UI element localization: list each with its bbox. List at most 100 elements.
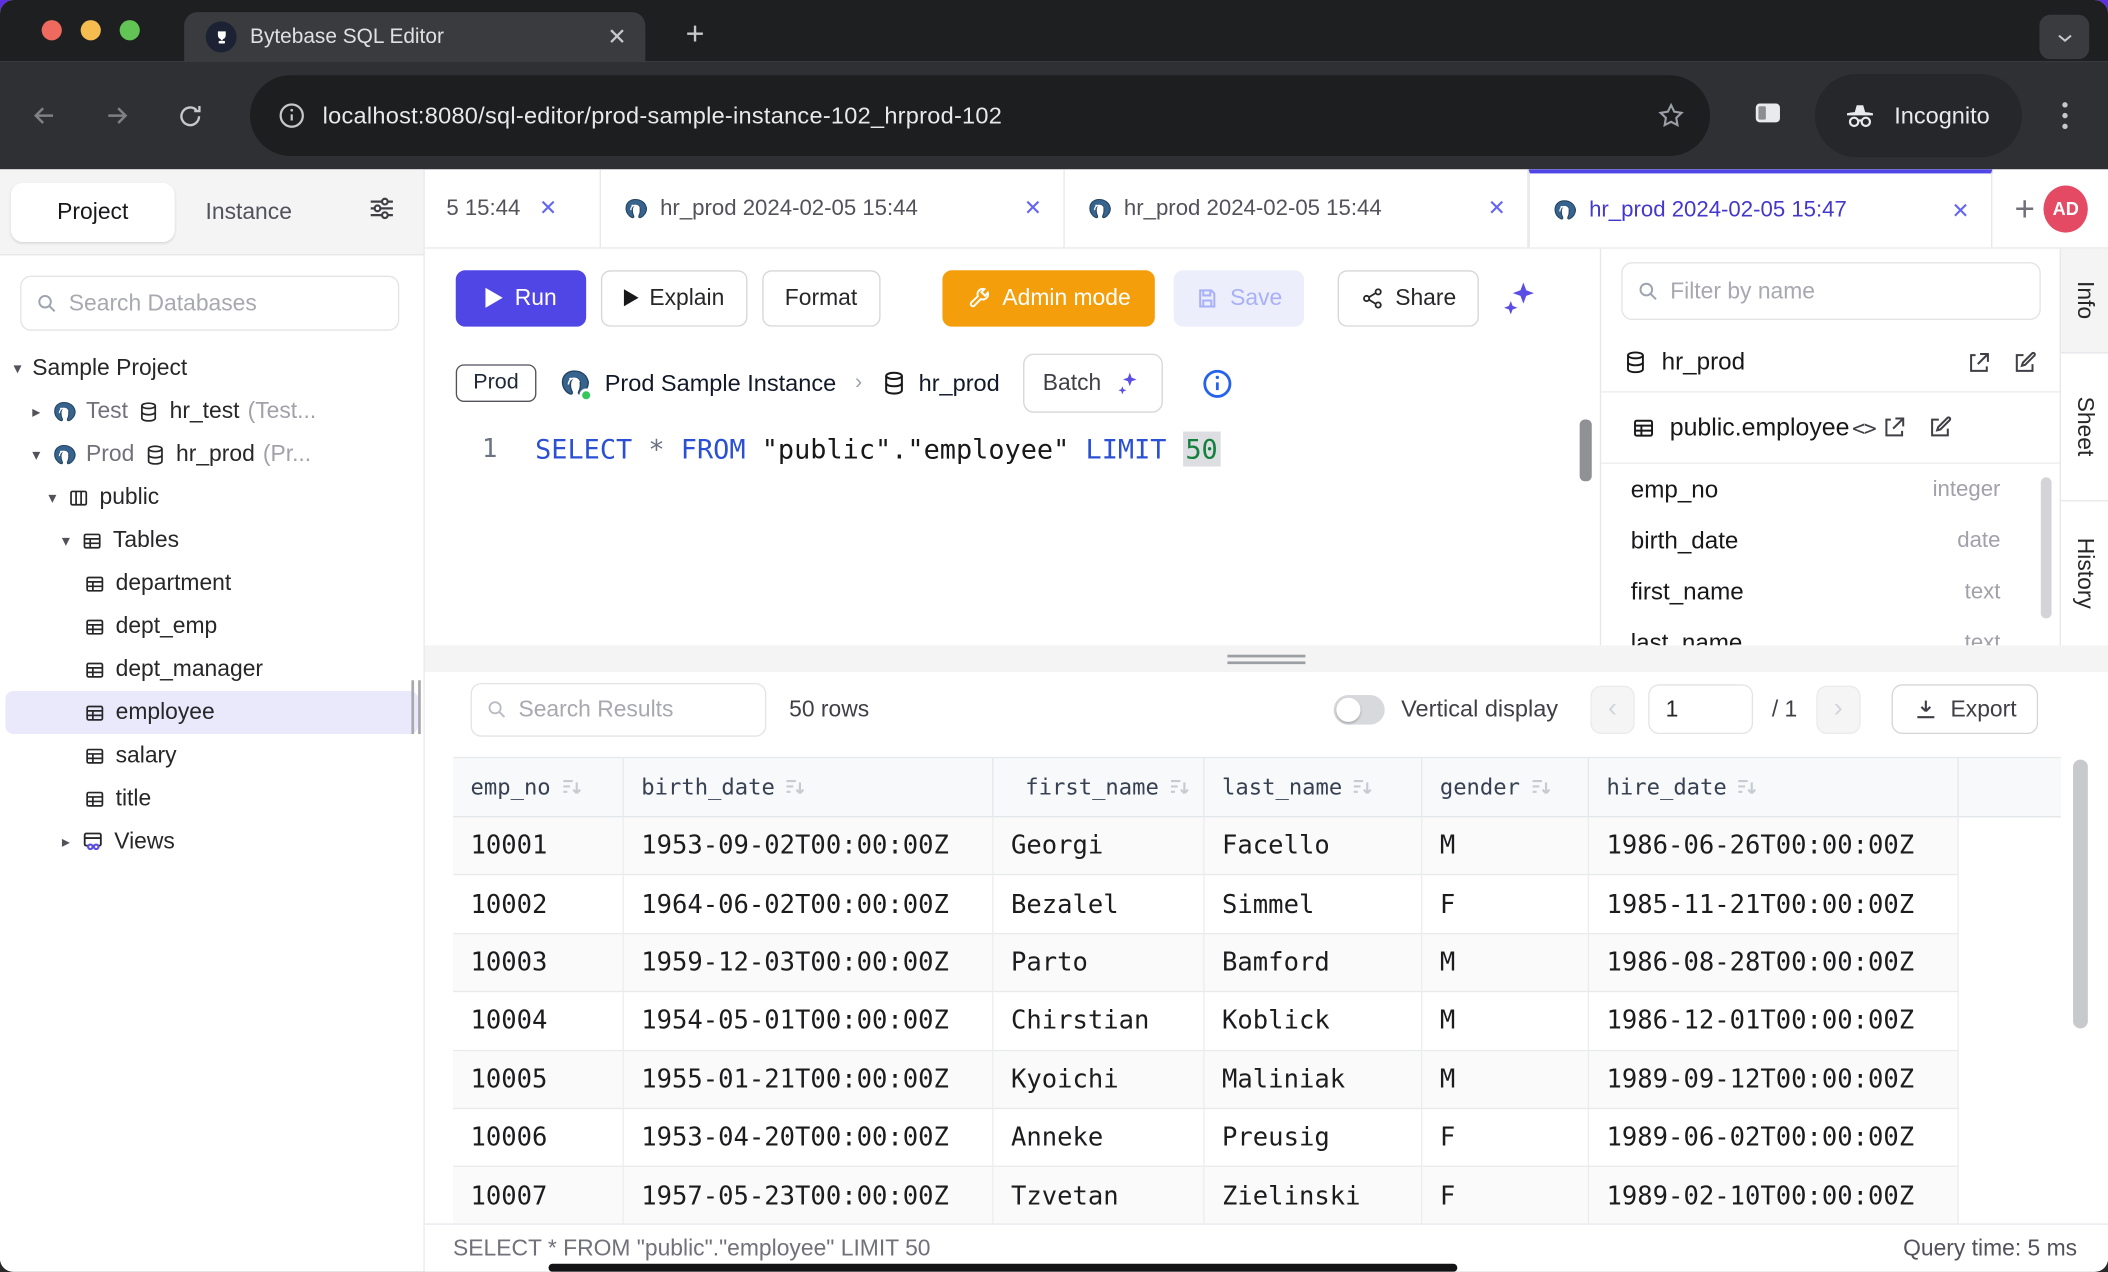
- bookmark-star-icon[interactable]: [1656, 101, 1686, 131]
- schema-filter[interactable]: [1621, 262, 2040, 320]
- tree-node-table-salary[interactable]: salary: [0, 734, 423, 777]
- database-name[interactable]: hr_prod: [919, 369, 1000, 397]
- run-button[interactable]: Run: [456, 270, 586, 326]
- code-icon[interactable]: <>: [1852, 415, 1875, 441]
- new-tab-button[interactable]: +: [672, 12, 718, 58]
- site-info-icon[interactable]: [277, 101, 307, 131]
- share-button[interactable]: Share: [1337, 270, 1479, 326]
- database-search-input[interactable]: [69, 290, 385, 317]
- tree-node-table-department[interactable]: department: [0, 562, 423, 605]
- column-header[interactable]: first_name: [994, 758, 1205, 816]
- avatar[interactable]: AD: [2044, 185, 2088, 232]
- tree-settings-button[interactable]: [367, 194, 397, 230]
- maximize-window-button[interactable]: [120, 20, 140, 40]
- edit-icon[interactable]: [1926, 414, 1953, 441]
- tree-node-table-title[interactable]: title: [0, 777, 423, 820]
- column-header[interactable]: birth_date: [624, 758, 994, 816]
- sort-icon[interactable]: [1531, 778, 1551, 797]
- close-icon[interactable]: ✕: [1952, 197, 1970, 224]
- column-header[interactable]: gender: [1422, 758, 1589, 816]
- column-row[interactable]: birth_date date: [1601, 515, 2059, 566]
- sheet-tab-3[interactable]: hr_prod 2024-02-05 15:44 ✕: [1065, 169, 1529, 247]
- close-window-button[interactable]: [42, 20, 62, 40]
- schema-database-row[interactable]: hr_prod: [1601, 333, 2059, 392]
- caret-right-icon[interactable]: ▸: [32, 402, 51, 421]
- sort-icon[interactable]: [1170, 778, 1190, 797]
- side-panel-button[interactable]: [1750, 96, 1785, 135]
- close-icon[interactable]: ✕: [1488, 195, 1506, 222]
- caret-down-icon[interactable]: ▾: [62, 531, 81, 550]
- minimize-window-button[interactable]: [81, 20, 101, 40]
- tree-node-schema-public[interactable]: ▾ public: [0, 476, 423, 519]
- column-row[interactable]: last_name text: [1601, 617, 2059, 645]
- browser-tab[interactable]: Bytebase SQL Editor ✕: [184, 12, 645, 62]
- tree-node-project[interactable]: ▾ Sample Project: [0, 347, 423, 390]
- tab-history[interactable]: History: [2061, 501, 2108, 644]
- sort-icon[interactable]: [786, 778, 806, 797]
- schema-scrollbar[interactable]: [2041, 477, 2052, 618]
- connection-info-button[interactable]: [1201, 366, 1235, 400]
- sidebar-resize-handle[interactable]: [411, 680, 420, 734]
- column-header[interactable]: hire_date: [1589, 758, 1959, 816]
- instance-name[interactable]: Prod Sample Instance: [605, 369, 836, 397]
- caret-down-icon[interactable]: ▾: [48, 488, 67, 507]
- browser-tab-close-icon[interactable]: ✕: [607, 26, 626, 49]
- caret-down-icon[interactable]: ▾: [13, 359, 32, 378]
- batch-button[interactable]: Batch: [1023, 354, 1163, 413]
- save-button[interactable]: Save: [1174, 270, 1304, 326]
- new-sheet-button[interactable]: +: [2006, 188, 2044, 230]
- tab-search-button[interactable]: [2039, 15, 2089, 59]
- admin-mode-button[interactable]: Admin mode: [942, 270, 1155, 326]
- column-header[interactable]: last_name: [1205, 758, 1423, 816]
- sql-statement[interactable]: SELECT * FROM "public"."employee" LIMIT …: [535, 433, 1220, 465]
- schema-filter-input[interactable]: [1670, 278, 2026, 305]
- close-icon[interactable]: ✕: [539, 195, 557, 222]
- url-text[interactable]: localhost:8080/sql-editor/prod-sample-in…: [323, 102, 1657, 130]
- tab-project[interactable]: Project: [11, 182, 175, 241]
- edit-icon[interactable]: [2011, 349, 2038, 376]
- next-page-button[interactable]: ›: [1816, 685, 1860, 733]
- sort-icon[interactable]: [1737, 778, 1757, 797]
- back-button[interactable]: [22, 93, 68, 139]
- prev-page-button[interactable]: ‹: [1590, 685, 1634, 733]
- panel-resize-divider[interactable]: [425, 645, 2108, 672]
- explain-button[interactable]: Explain: [601, 270, 747, 326]
- tree-node-hr-test[interactable]: ▸ Test hr_test (Test...: [0, 390, 423, 433]
- tab-sheet[interactable]: Sheet: [2061, 354, 2108, 502]
- tree-node-tables-group[interactable]: ▾ Tables: [0, 519, 423, 562]
- forward-button[interactable]: [94, 93, 140, 139]
- page-input[interactable]: [1648, 684, 1753, 734]
- tree-node-table-dept-emp[interactable]: dept_emp: [0, 605, 423, 648]
- editor-scrollbar[interactable]: [1580, 419, 1592, 481]
- format-button[interactable]: Format: [762, 270, 880, 326]
- results-search-input[interactable]: [518, 696, 751, 723]
- sql-editor[interactable]: 1 SELECT * FROM "public"."employee" LIMI…: [425, 419, 1600, 645]
- sheet-tab-2[interactable]: hr_prod 2024-02-05 15:44 ✕: [601, 169, 1065, 247]
- caret-right-icon[interactable]: ▸: [62, 832, 81, 851]
- caret-down-icon[interactable]: ▾: [32, 445, 51, 464]
- column-row[interactable]: emp_no integer: [1601, 464, 2059, 515]
- tab-instance[interactable]: Instance: [175, 182, 323, 241]
- sheet-tab-4-active[interactable]: hr_prod 2024-02-05 15:47 ✕: [1529, 169, 1993, 247]
- tree-node-table-employee[interactable]: employee: [5, 691, 418, 734]
- close-icon[interactable]: ✕: [1024, 195, 1042, 222]
- results-search[interactable]: [471, 682, 767, 736]
- column-row[interactable]: first_name text: [1601, 566, 2059, 617]
- tree-node-views-group[interactable]: ▸ Views: [0, 820, 423, 863]
- external-link-icon[interactable]: [1965, 349, 1992, 376]
- sort-icon[interactable]: [1353, 778, 1373, 797]
- database-search[interactable]: [20, 276, 399, 331]
- vertical-display-toggle[interactable]: [1334, 694, 1385, 724]
- export-button[interactable]: Export: [1891, 684, 2038, 734]
- tab-info[interactable]: Info: [2061, 249, 2108, 354]
- sort-icon[interactable]: [561, 778, 581, 797]
- reload-button[interactable]: [167, 93, 213, 139]
- tree-node-hr-prod[interactable]: ▾ Prod hr_prod (Pr...: [0, 433, 423, 476]
- tree-node-table-dept-manager[interactable]: dept_manager: [0, 648, 423, 691]
- browser-menu-button[interactable]: [2052, 102, 2079, 129]
- address-bar[interactable]: localhost:8080/sql-editor/prod-sample-in…: [250, 75, 1710, 156]
- schema-table-row[interactable]: public.employee <>: [1601, 393, 2059, 464]
- column-header[interactable]: emp_no: [453, 758, 624, 816]
- external-link-icon[interactable]: [1881, 414, 1908, 441]
- ai-assistant-button[interactable]: [1499, 278, 1539, 318]
